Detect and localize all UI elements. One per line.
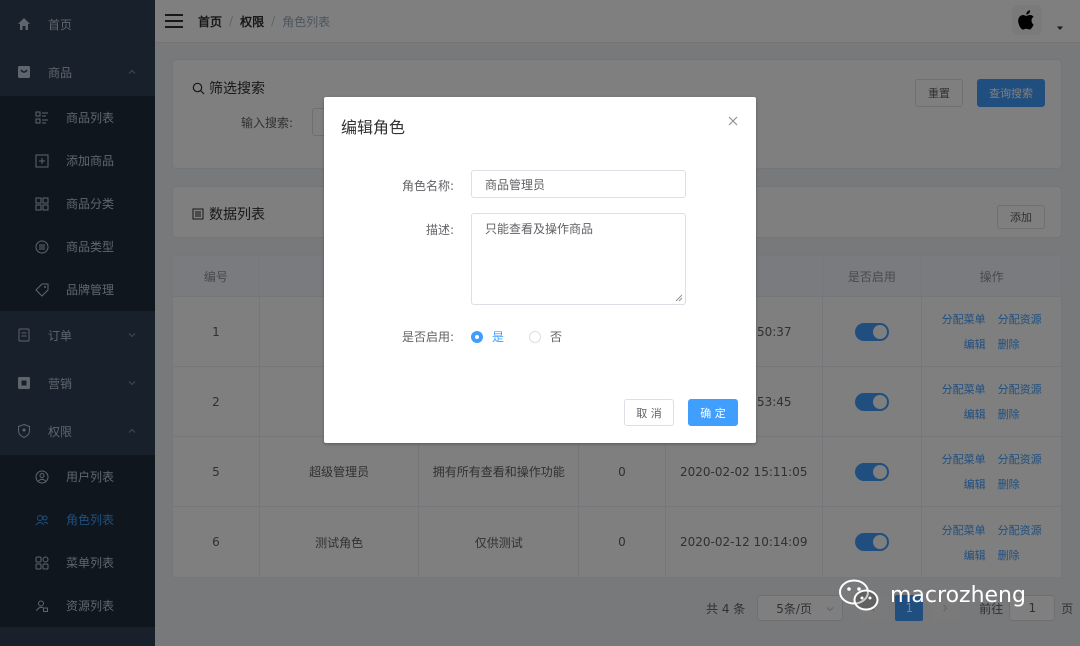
edit-role-dialog: 编辑角色 角色名称: 商品管理员 描述: 只能查看及操作商品 是否启用: 是 否… bbox=[324, 97, 756, 443]
radio-dot bbox=[529, 330, 541, 343]
description-label: 描述: bbox=[425, 223, 454, 237]
status-no-label: 否 bbox=[550, 330, 563, 344]
wechat-icon bbox=[839, 579, 879, 611]
watermark: macrozheng bbox=[838, 578, 1026, 612]
description-value: 只能查看及操作商品 bbox=[485, 222, 594, 236]
status-yes-radio[interactable]: 是 bbox=[471, 328, 504, 345]
cancel-button[interactable]: 取 消 bbox=[624, 399, 674, 426]
description-textarea[interactable]: 只能查看及操作商品 bbox=[471, 213, 686, 305]
role-name-input[interactable]: 商品管理员 bbox=[471, 170, 686, 198]
radio-dot bbox=[471, 330, 483, 343]
status-yes-label: 是 bbox=[492, 330, 505, 344]
confirm-button[interactable]: 确 定 bbox=[688, 399, 738, 426]
role-name-label: 角色名称: bbox=[401, 179, 454, 193]
status-label: 是否启用: bbox=[401, 330, 454, 344]
resize-handle-icon[interactable] bbox=[675, 294, 683, 302]
status-no-radio[interactable]: 否 bbox=[529, 328, 562, 345]
dialog-title: 编辑角色 bbox=[341, 118, 406, 137]
close-icon[interactable] bbox=[727, 115, 739, 127]
watermark-text: macrozheng bbox=[890, 582, 1026, 608]
